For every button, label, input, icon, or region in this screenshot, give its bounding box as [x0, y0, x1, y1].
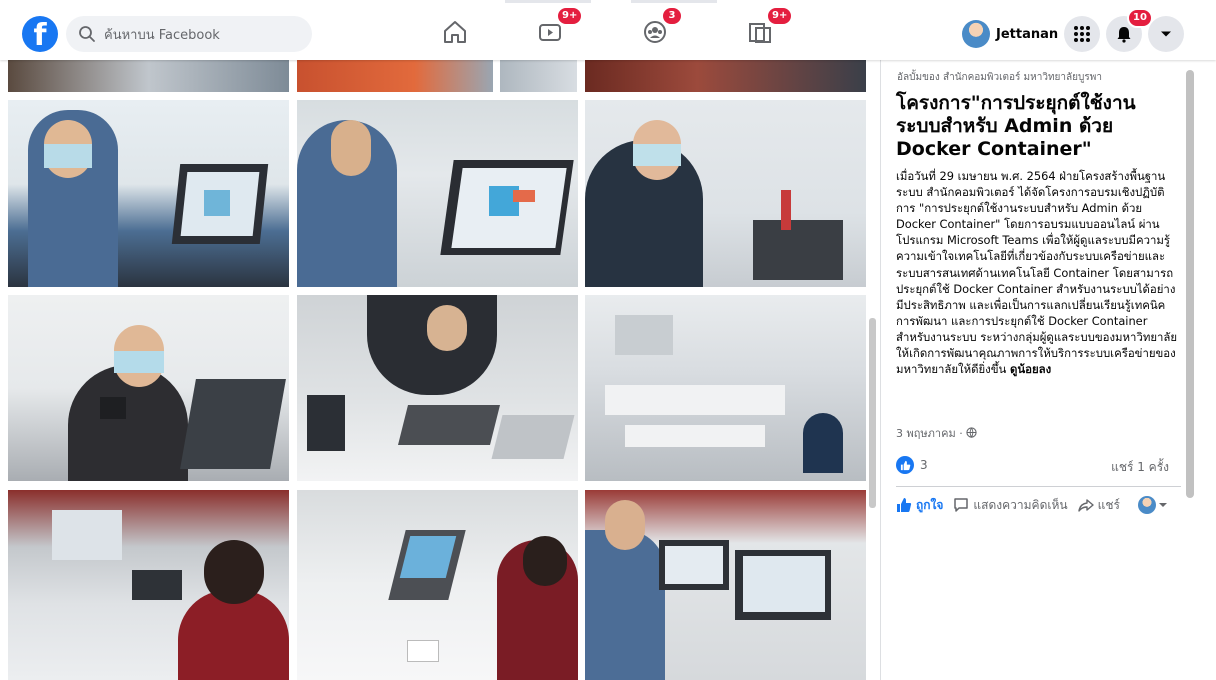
caret-down-icon — [1159, 503, 1167, 507]
gaming-badge: 9+ — [766, 6, 794, 26]
search-input[interactable] — [102, 16, 306, 54]
share-count[interactable]: แชร์ 1 ครั้ง — [1111, 458, 1169, 477]
photo-top-3[interactable] — [500, 60, 577, 92]
like-count: 3 — [920, 458, 928, 472]
photo-top-4[interactable] — [585, 60, 866, 92]
photo-r1-2[interactable] — [297, 100, 578, 287]
like-label: ถูกใจ — [916, 497, 944, 512]
menu-button[interactable] — [1064, 16, 1100, 52]
post-panel: อัลบั้มของ สำนักคอมพิวเตอร์ มหาวิทยาลัยบ… — [880, 60, 1216, 680]
post-date-text: 3 พฤษภาคม · — [896, 427, 963, 440]
like-reaction-icon — [896, 456, 914, 474]
photo-r2-3[interactable] — [585, 295, 866, 481]
nav-home-button[interactable] — [410, 8, 500, 56]
post-actions: ถูกใจ แสดงความคิดเห็น แชร์ — [896, 490, 1186, 520]
home-icon — [444, 21, 466, 43]
share-label: แชร์ — [1097, 497, 1120, 512]
reaction-summary[interactable]: 3 — [896, 456, 928, 474]
avatar — [962, 20, 990, 48]
profile-name: Jettanan — [996, 26, 1059, 42]
caret-down-icon — [1161, 31, 1171, 37]
globe-icon — [966, 427, 977, 438]
bell-icon — [1117, 27, 1131, 43]
avatar-small — [1138, 496, 1156, 514]
photo-r1-1[interactable] — [8, 100, 289, 287]
nav-groups-button[interactable] — [610, 8, 700, 56]
like-button[interactable]: ถูกใจ — [896, 496, 943, 515]
photo-r3-1[interactable] — [8, 490, 289, 680]
divider — [896, 486, 1181, 487]
post-title: โครงการ"การประยุกต์ใช้งานระบบสำหรับ Admi… — [896, 92, 1136, 160]
share-icon — [1077, 499, 1094, 512]
see-less-link[interactable]: ดูน้อยลง — [1010, 362, 1051, 376]
photo-top-1[interactable] — [8, 60, 289, 92]
photo-r2-2[interactable] — [297, 295, 578, 481]
nav-indicator — [505, 0, 717, 3]
photo-r1-3[interactable] — [585, 100, 866, 287]
post-body: เมื่อวันที่ 29 เมษายน พ.ศ. 2564 ฝ่ายโครง… — [896, 168, 1178, 377]
comment-label: แสดงความคิดเห็น — [973, 497, 1068, 512]
groups-badge: 3 — [661, 6, 683, 26]
post-date[interactable]: 3 พฤษภาคม · — [896, 424, 977, 442]
photo-grid — [0, 60, 880, 680]
post-panel-scrollbar[interactable] — [1186, 70, 1194, 498]
top-navigation-bar: f 9+ 3 9 — [0, 0, 1216, 60]
post-body-text: เมื่อวันที่ 29 เมษายน พ.ศ. 2564 ฝ่ายโครง… — [896, 169, 1178, 377]
comment-button[interactable]: แสดงความคิดเห็น — [953, 496, 1068, 515]
photo-r3-2[interactable] — [297, 490, 578, 680]
photo-grid-scrollbar[interactable] — [869, 318, 876, 508]
photo-top-2[interactable] — [297, 60, 493, 92]
audience-selector[interactable] — [1138, 496, 1168, 514]
photo-r3-3[interactable] — [585, 490, 866, 680]
photo-r2-1[interactable] — [8, 295, 289, 481]
album-label[interactable]: อัลบั้มของ สำนักคอมพิวเตอร์ มหาวิทยาลัยบ… — [897, 70, 1102, 85]
profile-button[interactable]: Jettanan — [962, 18, 1058, 50]
grid-menu-icon — [1074, 26, 1090, 42]
search-icon — [79, 26, 95, 42]
comment-icon — [954, 498, 969, 512]
search-box[interactable] — [66, 16, 312, 54]
share-button[interactable]: แชร์ — [1077, 496, 1120, 515]
account-menu-button[interactable] — [1148, 16, 1184, 52]
watch-badge: 9+ — [556, 6, 584, 26]
facebook-logo-icon[interactable]: f — [22, 16, 58, 52]
thumbs-up-icon — [897, 498, 912, 512]
